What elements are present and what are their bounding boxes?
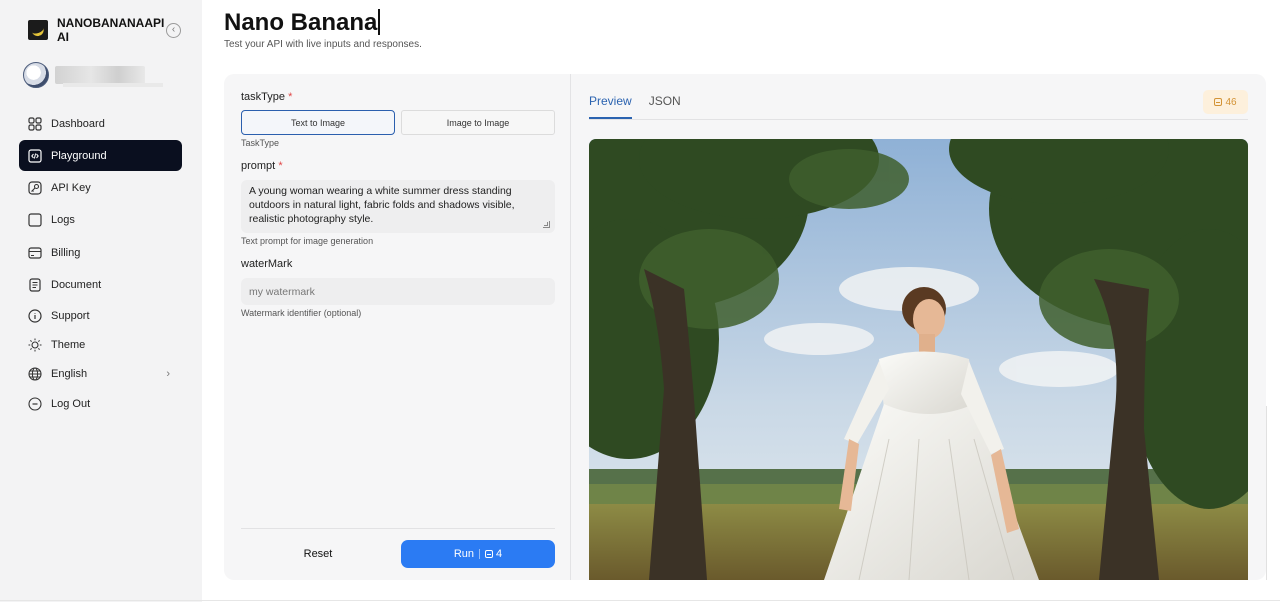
sidebar-nav: Dashboard Playground API Key Logs Billin… bbox=[19, 108, 182, 419]
chevron-right-icon: › bbox=[166, 368, 170, 381]
sidebar-item-api-key[interactable]: API Key bbox=[19, 173, 182, 204]
logout-icon bbox=[28, 397, 42, 411]
credit-card-icon bbox=[28, 247, 42, 259]
sidebar-item-support[interactable]: Support bbox=[19, 302, 182, 330]
collapse-sidebar-icon[interactable]: ‹ bbox=[166, 23, 181, 38]
user-profile[interactable] bbox=[23, 62, 163, 88]
tasktype-selector: Text to Image Image to Image bbox=[241, 110, 555, 135]
playground-panel: taskType * Text to Image Image to Image … bbox=[224, 74, 1266, 580]
sun-icon bbox=[28, 338, 42, 352]
run-separator bbox=[479, 549, 481, 559]
brand-name: NANOBANANAAPI AI bbox=[57, 16, 165, 44]
request-form: taskType * Text to Image Image to Image … bbox=[224, 74, 571, 580]
prompt-hint: Text prompt for image generation bbox=[241, 236, 374, 246]
prompt-value: A young woman wearing a white summer dre… bbox=[249, 185, 515, 225]
generated-image-preview[interactable] bbox=[589, 139, 1248, 580]
avatar bbox=[23, 62, 49, 88]
user-email-redacted bbox=[63, 83, 163, 87]
sidebar-item-logs[interactable]: Logs bbox=[19, 205, 182, 236]
info-icon bbox=[28, 309, 42, 323]
document-icon bbox=[29, 278, 41, 292]
text-to-image-option[interactable]: Text to Image bbox=[241, 110, 395, 135]
page-bottom-line bbox=[0, 600, 1280, 601]
sidebar-item-billing[interactable]: Billing bbox=[19, 237, 182, 268]
sidebar-item-language[interactable]: English › bbox=[19, 360, 182, 388]
sidebar-item-playground[interactable]: Playground bbox=[19, 140, 182, 172]
watermark-hint: Watermark identifier (optional) bbox=[241, 308, 362, 318]
page-title: Nano Banana bbox=[224, 9, 380, 37]
sidebar-item-logout[interactable]: Log Out bbox=[19, 390, 182, 418]
key-icon bbox=[28, 181, 42, 195]
sidebar-item-label: Logs bbox=[51, 214, 75, 227]
watermark-input[interactable]: my watermark bbox=[241, 278, 555, 305]
watermark-label: waterMark bbox=[241, 258, 293, 270]
watermark-placeholder: my watermark bbox=[249, 285, 315, 298]
resize-handle-icon[interactable] bbox=[543, 221, 550, 228]
credits-icon bbox=[1214, 98, 1223, 106]
sidebar-item-label: Dashboard bbox=[51, 117, 105, 130]
prompt-label: prompt * bbox=[241, 160, 283, 172]
run-cost: 4 bbox=[496, 548, 503, 560]
run-button[interactable]: Run 4 bbox=[401, 540, 555, 568]
tabs-underline bbox=[589, 119, 1248, 120]
sidebar-item-label: Document bbox=[51, 278, 102, 291]
form-divider bbox=[241, 528, 555, 529]
output-tabs: Preview JSON bbox=[589, 94, 698, 119]
tab-preview[interactable]: Preview bbox=[589, 94, 632, 119]
credits-icon bbox=[485, 550, 494, 558]
image-to-image-option[interactable]: Image to Image bbox=[401, 110, 555, 135]
tasktype-label: taskType * bbox=[241, 91, 293, 103]
sidebar-item-theme[interactable]: Theme bbox=[19, 331, 182, 359]
brand[interactable]: NANOBANANAAPI AI bbox=[28, 16, 165, 44]
tab-json[interactable]: JSON bbox=[649, 94, 681, 119]
sidebar-item-label: Log Out bbox=[51, 397, 91, 410]
generated-image bbox=[589, 139, 1248, 580]
run-label: Run bbox=[453, 548, 475, 560]
user-name-redacted bbox=[55, 66, 145, 84]
credit-balance: 46 bbox=[1225, 96, 1237, 108]
banana-logo-icon bbox=[28, 20, 48, 40]
sidebar-item-label: Support bbox=[51, 309, 90, 322]
sidebar-item-label: English bbox=[51, 368, 88, 381]
sidebar: NANOBANANAAPI AI ‹ Dashboard Playground … bbox=[0, 0, 202, 602]
sidebar-item-label: Billing bbox=[51, 246, 81, 259]
sidebar-item-label: Theme bbox=[51, 339, 86, 352]
dashboard-grid-icon bbox=[28, 116, 42, 131]
sidebar-item-document[interactable]: Document bbox=[19, 269, 182, 300]
page-edge-line bbox=[1266, 406, 1267, 580]
sidebar-item-label: Playground bbox=[51, 149, 107, 162]
credit-balance-badge: 46 bbox=[1203, 90, 1248, 114]
code-icon bbox=[28, 149, 42, 163]
sidebar-item-label: API Key bbox=[51, 182, 91, 195]
sidebar-item-dashboard[interactable]: Dashboard bbox=[19, 108, 182, 139]
globe-icon bbox=[28, 367, 42, 381]
tasktype-hint: TaskType bbox=[241, 138, 280, 148]
prompt-textarea[interactable]: A young woman wearing a white summer dre… bbox=[241, 180, 555, 233]
reset-button[interactable]: Reset bbox=[241, 540, 395, 568]
page-subtitle: Test your API with live inputs and respo… bbox=[224, 39, 422, 50]
logs-icon bbox=[28, 213, 42, 227]
text-cursor bbox=[378, 9, 380, 35]
